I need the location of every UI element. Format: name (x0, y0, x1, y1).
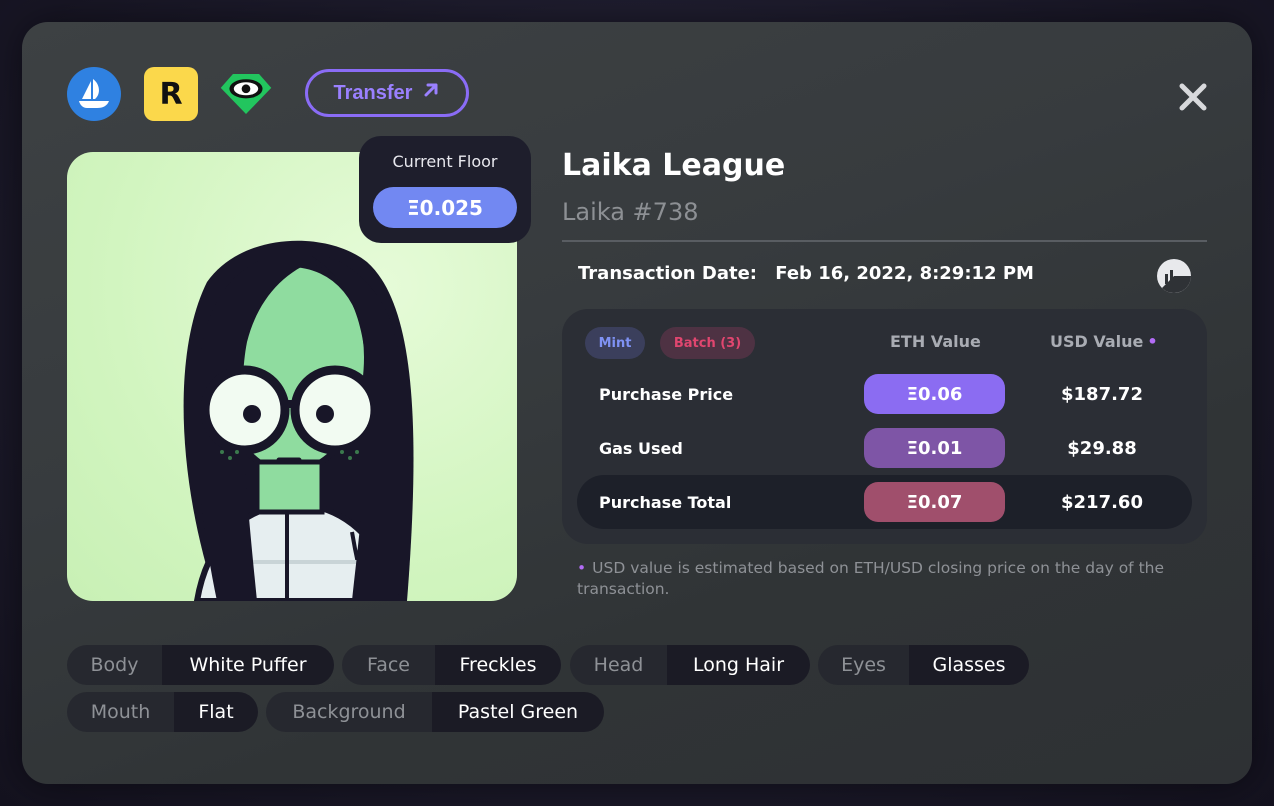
nft-detail-modal: R Transfer Current Floor Ξ0.025 Laika Le… (22, 22, 1252, 784)
current-floor-label: Current Floor (392, 152, 498, 171)
table-row: Gas Used Ξ0.01 $29.88 (577, 421, 1192, 475)
opensea-icon[interactable] (67, 67, 121, 121)
trait-face[interactable]: Face Freckles (342, 645, 561, 685)
table-row-total: Purchase Total Ξ0.07 $217.60 (577, 475, 1192, 529)
trait-key: Head (570, 645, 667, 685)
gas-used-label: Gas Used (599, 438, 683, 458)
trait-mouth[interactable]: Mouth Flat (67, 692, 258, 732)
current-floor-card: Current Floor Ξ0.025 (359, 136, 531, 243)
table-row: Purchase Price Ξ0.06 $187.72 (577, 367, 1192, 421)
trait-head[interactable]: Head Long Hair (570, 645, 810, 685)
usd-value-header: USD Value • (1050, 332, 1158, 351)
chart-history-icon[interactable] (1156, 258, 1192, 294)
rarible-icon[interactable]: R (144, 67, 198, 121)
transaction-date-row: Transaction Date: Feb 16, 2022, 8:29:12 … (578, 263, 1034, 284)
mint-badge: Mint (585, 327, 645, 359)
batch-badge[interactable]: Batch (3) (660, 327, 755, 359)
trait-value: Long Hair (667, 645, 810, 685)
trait-body[interactable]: Body White Puffer (67, 645, 334, 685)
trait-value: Freckles (435, 645, 561, 685)
usd-footnote-marker: • (1147, 332, 1158, 351)
transaction-date-value: Feb 16, 2022, 8:29:12 PM (775, 263, 1034, 284)
trait-value: White Puffer (162, 645, 334, 685)
purchase-price-usd: $187.72 (1061, 383, 1143, 405)
purchase-total-label: Purchase Total (599, 492, 732, 512)
footnote-text: USD value is estimated based on ETH/USD … (577, 559, 1165, 598)
trait-value: Pastel Green (432, 692, 604, 732)
gas-used-eth: Ξ0.01 (864, 428, 1005, 468)
trait-key: Eyes (818, 645, 909, 685)
purchase-total-usd: $217.60 (1061, 491, 1143, 513)
transaction-date-label: Transaction Date: (578, 263, 757, 284)
eth-value-header: ETH Value (890, 332, 981, 351)
purchase-price-eth: Ξ0.06 (864, 374, 1005, 414)
purchase-total-eth: Ξ0.07 (864, 482, 1005, 522)
usd-value-header-label: USD Value (1050, 332, 1144, 351)
transfer-button[interactable]: Transfer (305, 69, 469, 117)
trait-key: Face (342, 645, 435, 685)
trait-background[interactable]: Background Pastel Green (266, 692, 604, 732)
usd-footnote: • USD value is estimated based on ETH/USD… (577, 558, 1217, 600)
trait-value: Flat (174, 692, 258, 732)
collection-name[interactable]: Laika League (562, 148, 785, 183)
token-name: Laika #738 (562, 198, 699, 226)
trait-key: Background (266, 692, 432, 732)
trait-eyes[interactable]: Eyes Glasses (818, 645, 1029, 685)
trait-key: Body (67, 645, 162, 685)
transfer-label: Transfer (333, 81, 413, 104)
gas-used-usd: $29.88 (1067, 437, 1137, 459)
current-floor-value: Ξ0.025 (373, 187, 517, 228)
trait-key: Mouth (67, 692, 174, 732)
footnote-marker: • (577, 559, 587, 577)
trait-value: Glasses (909, 645, 1029, 685)
purchase-price-label: Purchase Price (599, 384, 734, 404)
arrow-up-right-icon (422, 81, 440, 105)
rarible-letter: R (159, 76, 183, 112)
divider (562, 240, 1207, 242)
value-table: Mint Batch (3) ETH Value USD Value • Purc… (562, 309, 1207, 544)
close-icon[interactable] (1175, 79, 1211, 115)
looksrare-icon[interactable] (219, 67, 273, 121)
